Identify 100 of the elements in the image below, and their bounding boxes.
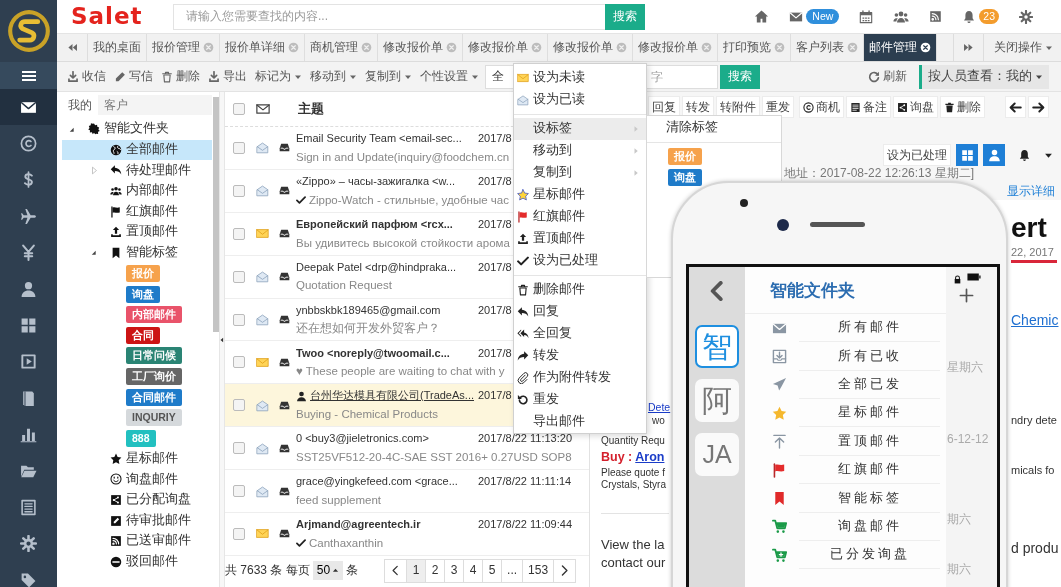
menu-item[interactable]: 设为已处理 (514, 250, 646, 272)
menu-item[interactable]: 全回复 (514, 323, 646, 345)
contact-button[interactable] (983, 144, 1005, 166)
tree-item[interactable]: 置顶邮件 (62, 221, 212, 243)
next-button[interactable] (1028, 96, 1049, 118)
page-button[interactable]: 2 (425, 558, 446, 583)
menu-item[interactable]: 星标邮件 (514, 184, 646, 206)
tag-chip[interactable]: 内部邮件 (126, 306, 182, 324)
grid-view-button[interactable] (956, 144, 978, 166)
row-checkbox[interactable] (233, 313, 245, 326)
email-row[interactable]: grace@yingkefeed.com <grace... 2017/8/22 11:11:14 feed supplement (225, 470, 589, 513)
dropdown-button[interactable]: 个性设置 (416, 62, 483, 91)
settings-icon[interactable] (1019, 9, 1033, 24)
toolbar-button[interactable]: 导出 (204, 62, 251, 91)
panel-tab[interactable]: 我的 (62, 95, 98, 115)
phone-menu-item[interactable]: 全部已发 (745, 370, 946, 400)
tag-chip[interactable]: 询盘 (126, 285, 160, 303)
row-checkbox[interactable] (233, 356, 245, 369)
dropdown-button[interactable]: 移动到 (306, 62, 361, 91)
phone-menu-item[interactable]: 询盘邮件 (745, 512, 946, 542)
tree-item[interactable]: 驳回邮件 (62, 551, 212, 573)
scroll-right-button[interactable] (953, 34, 984, 61)
menu-item[interactable]: 红旗邮件 (514, 206, 646, 228)
page-button[interactable]: 3 (444, 558, 465, 583)
menu-item[interactable]: 重发 (514, 389, 646, 411)
row-checkbox[interactable] (233, 442, 245, 455)
phone-menu-item[interactable]: 置顶邮件 (745, 427, 946, 456)
action-button[interactable]: 备注 (846, 96, 891, 118)
email-link[interactable]: Dete (648, 400, 669, 414)
rss-icon[interactable] (929, 10, 943, 23)
phone-menu-item[interactable]: 所有邮件 (745, 314, 946, 343)
tree-item[interactable]: 智能标签 (62, 242, 212, 264)
nav-rail-item[interactable] (0, 89, 57, 126)
scrollbar-thumb[interactable] (213, 97, 219, 332)
page-button[interactable]: 4 (463, 558, 484, 583)
tree-item[interactable]: 已分配询盘 (62, 489, 212, 511)
phone-menu-item[interactable]: 星标邮件 (745, 399, 946, 428)
tree-item[interactable]: 智能文件夹 (62, 119, 212, 140)
calendar-icon[interactable] (859, 9, 874, 24)
phone-menu-item[interactable]: 智能标签 (745, 484, 946, 513)
tree-item[interactable]: 红旗邮件 (62, 201, 212, 222)
tag-chip[interactable]: INQURIY (126, 409, 182, 427)
tree-item[interactable]: 已送审邮件 (62, 530, 212, 552)
row-checkbox[interactable] (233, 184, 245, 197)
email-row[interactable]: Arjmand@agreentech.ir 2017/8/22 11:09:44 Canthaxanthin (225, 513, 589, 556)
action-button[interactable]: 转附件 (716, 96, 760, 118)
action-button[interactable]: 商机 (799, 96, 844, 118)
row-checkbox[interactable] (233, 227, 245, 240)
tag-chip[interactable]: 合同邮件 (126, 388, 182, 406)
menu-item[interactable]: 设为已读 (514, 89, 646, 111)
show-details-link[interactable]: 显示详细 (1007, 184, 1055, 200)
tab[interactable]: 邮件管理 (864, 34, 937, 61)
select-all-checkbox[interactable] (233, 103, 245, 115)
menu-button[interactable] (0, 62, 57, 89)
tree-item[interactable]: 星标邮件 (62, 448, 212, 470)
dropdown-button[interactable]: 标记为 (251, 62, 306, 91)
next-page-button[interactable] (553, 558, 577, 583)
bell-icon[interactable] (1018, 148, 1031, 162)
previous-page-button[interactable] (384, 558, 408, 583)
action-button[interactable]: 转发 (682, 96, 714, 118)
tag-chip[interactable]: 询盘 (668, 169, 702, 186)
row-checkbox[interactable] (233, 141, 245, 154)
action-button[interactable]: 重发 (762, 96, 794, 118)
search-field[interactable]: 请输入您需要查找的内容... (173, 3, 605, 30)
phone-menu-item[interactable]: 红旗邮件 (745, 455, 946, 485)
phone-menu-item[interactable]: 所有已收 (745, 342, 946, 371)
action-button[interactable]: 回复 (648, 96, 680, 118)
menu-item[interactable]: 回复 (514, 301, 646, 323)
close-icon[interactable] (920, 42, 931, 53)
tree-item[interactable]: 询盘邮件 (62, 469, 212, 490)
home-icon[interactable] (754, 9, 770, 24)
dropdown-button[interactable]: 复制到 (361, 62, 416, 91)
tree-item[interactable]: 待审批邮件 (62, 510, 212, 531)
menu-item[interactable]: 转发 (514, 345, 646, 367)
mail-icon[interactable] (789, 9, 804, 24)
plus-icon[interactable] (959, 287, 974, 303)
row-checkbox[interactable] (233, 399, 245, 412)
side-tab[interactable]: JA (695, 433, 739, 476)
side-tab[interactable]: 阿 (695, 379, 739, 422)
tag-chip[interactable]: 工厂询价 (126, 367, 182, 385)
menu-item[interactable]: 导出邮件 (514, 411, 646, 433)
menu-item[interactable]: 移动到 (514, 140, 646, 162)
phone-menu-item[interactable]: 已分发询盘 (745, 541, 946, 570)
tree-item[interactable]: 内部邮件 (62, 180, 212, 202)
page-button[interactable]: 5 (482, 558, 503, 583)
menu-item[interactable]: 置顶邮件 (514, 228, 646, 250)
row-checkbox[interactable] (233, 527, 245, 540)
menu-item[interactable]: 作为附件转发 (514, 367, 646, 389)
toolbar-button[interactable]: 收信 (63, 62, 110, 91)
action-button[interactable]: 删除 (940, 96, 985, 118)
row-checkbox[interactable] (233, 270, 245, 283)
mark-done-button[interactable]: 设为已处理 (883, 144, 951, 166)
menu-item[interactable]: 复制到 (514, 162, 646, 184)
refresh-button[interactable]: 刷新 (864, 62, 911, 91)
email-link[interactable]: Chemic (1011, 310, 1061, 330)
filter-dropdown[interactable]: 按人员查看：我的 (919, 64, 1049, 89)
action-button[interactable]: 询盘 (893, 96, 938, 118)
row-checkbox[interactable] (233, 485, 245, 498)
toolbar-button[interactable]: 写信 (110, 62, 157, 91)
tag-chip[interactable]: 合同 (126, 326, 160, 344)
